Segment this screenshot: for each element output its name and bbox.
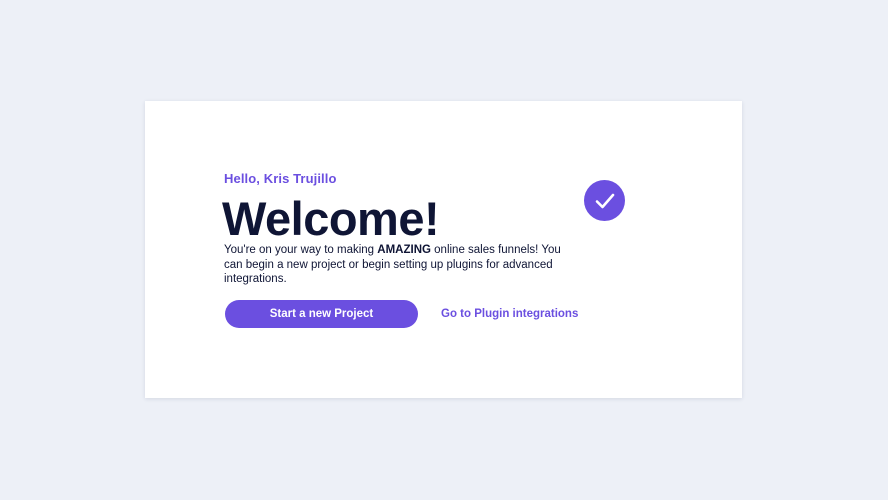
greeting-text: Hello, Kris Trujillo (224, 171, 337, 186)
welcome-card: Hello, Kris Trujillo Welcome! You're on … (145, 101, 742, 398)
plugin-integrations-link[interactable]: Go to Plugin integrations (441, 306, 578, 322)
welcome-description: You're on your way to making AMAZING onl… (224, 243, 564, 287)
welcome-title: Welcome! (222, 192, 440, 245)
check-icon (584, 180, 625, 221)
description-text-start: You're on your way to making (224, 244, 378, 256)
description-emphasis: AMAZING (377, 244, 431, 256)
check-mark (595, 193, 614, 208)
start-new-project-button[interactable]: Start a new Project (225, 300, 418, 328)
